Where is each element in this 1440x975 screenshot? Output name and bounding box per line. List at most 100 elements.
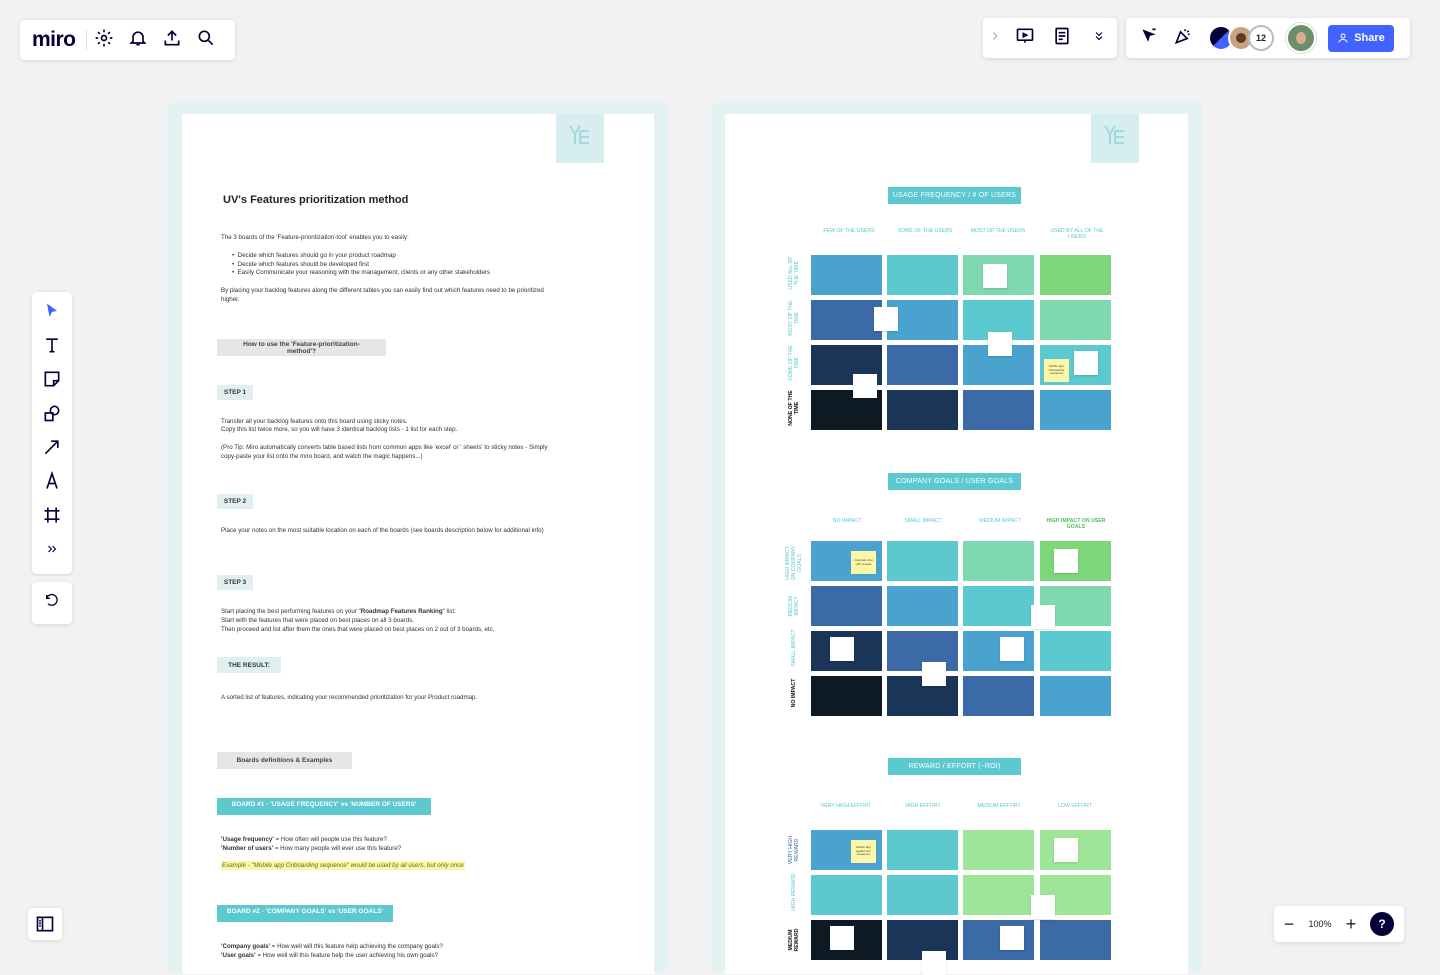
grid1-row-header: SOME OF THE TIME [788,343,800,383]
grid-cell[interactable] [887,875,958,915]
grid-cell[interactable] [887,830,958,870]
help-button[interactable]: ? [1370,912,1394,936]
pointer-icon [42,301,62,326]
grid-cell[interactable] [887,541,958,581]
grid-cell[interactable] [811,300,882,340]
zoom-out-button[interactable]: − [1274,907,1304,941]
grid-cell[interactable] [963,676,1034,716]
grid-cell[interactable] [963,586,1034,626]
grid-cell[interactable] [963,830,1034,870]
grid-cell[interactable] [963,390,1034,430]
more-button[interactable] [1082,21,1116,55]
cursor-tracking-button[interactable] [1132,21,1166,55]
shapes-tool[interactable] [35,398,69,432]
grid-cell[interactable] [1040,631,1111,671]
grid1-row-header: MOST OF THE TIME [788,298,800,338]
sticky-note[interactable] [1074,351,1098,375]
sticky-note[interactable] [1031,605,1055,629]
grid-cell[interactable] [811,255,882,295]
collapse-button[interactable] [985,21,1005,55]
text-tool[interactable] [35,330,69,364]
cursor-icon [1139,26,1159,51]
board1-line-2: 'Number of users' = How many people will… [221,844,401,853]
grid-cell[interactable] [1040,255,1111,295]
board2-line-2: 'User goals' = How well will this featur… [221,951,438,960]
minus-icon: − [1284,915,1295,933]
grid-cell[interactable] [1040,390,1111,430]
sticky-note[interactable] [853,374,877,398]
yellow-sticky-note[interactable]: Mobile app Onboarding sequence [1044,359,1069,382]
grid-cell[interactable] [1040,676,1111,716]
yellow-sticky-note[interactable]: Integrate chat with Google [851,551,876,574]
board2-line-1: 'Company goals' = How well will this fea… [221,942,443,951]
result-text: A sorted list of features, indicating yo… [221,693,477,702]
grid-cell[interactable] [963,875,1034,915]
more-tools-button[interactable] [35,534,69,568]
presentation-icon [1015,26,1035,51]
frames-panel-toggle[interactable] [28,908,62,940]
sticky-note[interactable] [1000,637,1024,661]
document-icon [1052,26,1072,51]
sticky-note[interactable] [922,662,946,686]
user-avatar[interactable] [1286,23,1316,53]
connector-tool[interactable] [35,432,69,466]
notifications-button[interactable] [121,23,155,57]
avatar-stack[interactable]: 12 [1208,24,1270,52]
grid-cell[interactable] [887,255,958,295]
grid-cell[interactable] [811,676,882,716]
grid3-col-header: LOW EFFORT [1045,803,1105,809]
grid2-col-header: HIGH IMPACT ON USER GOALS [1046,518,1106,531]
grid-cell[interactable] [963,541,1034,581]
sticky-note[interactable] [830,637,854,661]
zoom-in-button[interactable]: + [1336,907,1366,941]
grid3-col-header: VERY HIGH EFFORT [816,803,876,809]
bullet-3: • Easily Communicate your reasoning with… [232,268,490,277]
share-button[interactable]: Share [1328,25,1394,52]
grid-cell[interactable] [1040,920,1111,960]
present-button[interactable] [1008,21,1042,55]
undo-button[interactable] [35,586,69,620]
search-button[interactable] [189,23,223,57]
brand-logo-icon [1102,123,1128,154]
frame-tool[interactable] [35,500,69,534]
miro-logo[interactable]: miro [20,28,86,52]
sticky-note[interactable] [1000,926,1024,950]
sticky-note[interactable] [1054,838,1078,862]
sticky-note[interactable] [1031,895,1055,919]
grid3-row-header: VERY HIGH REWARD [788,830,800,870]
settings-button[interactable] [87,23,121,57]
grid-cell[interactable] [1040,300,1111,340]
chevron-right-icon [988,29,1002,48]
sticky-note[interactable] [983,264,1007,288]
zoom-level[interactable]: 100% [1304,919,1336,929]
step3-text-pre: Start placing the best performing featur… [221,608,361,615]
shapes-icon [42,403,62,428]
share-label: Share [1354,32,1385,44]
board2-definition: = How well will this feature help achiev… [270,943,443,950]
sticky-note[interactable] [1054,549,1078,573]
board2-heading: BOARD #2 - 'COMPANY GOALS' vs 'USER GOAL… [217,905,393,922]
pen-tool[interactable] [35,466,69,500]
sticky-note[interactable] [874,307,898,331]
grid-cell[interactable] [811,875,882,915]
double-chevron-down-icon [1092,29,1106,48]
grid-cell[interactable] [811,586,882,626]
sidebar-icon [35,914,55,934]
grid-cell[interactable] [887,390,958,430]
notes-button[interactable] [1045,21,1079,55]
export-button[interactable] [155,23,189,57]
select-tool[interactable] [35,296,69,330]
grid-cell[interactable] [887,345,958,385]
sticky-note[interactable] [830,926,854,950]
left-toolbar [32,292,72,574]
celebrate-button[interactable] [1166,21,1200,55]
grid-cell[interactable] [887,586,958,626]
double-chevron-right-icon [45,542,59,561]
sticky-note-tool[interactable] [35,364,69,398]
yellow-sticky-note[interactable]: Mobile app guided tour sequence [851,840,876,863]
step3-text-3: Then proceed and list after them the one… [221,625,494,634]
howto-heading: How to use the 'Feature-prioritization-m… [217,339,386,356]
sticky-note[interactable] [922,951,946,975]
logo-box [556,114,604,163]
sticky-note[interactable] [988,332,1012,356]
